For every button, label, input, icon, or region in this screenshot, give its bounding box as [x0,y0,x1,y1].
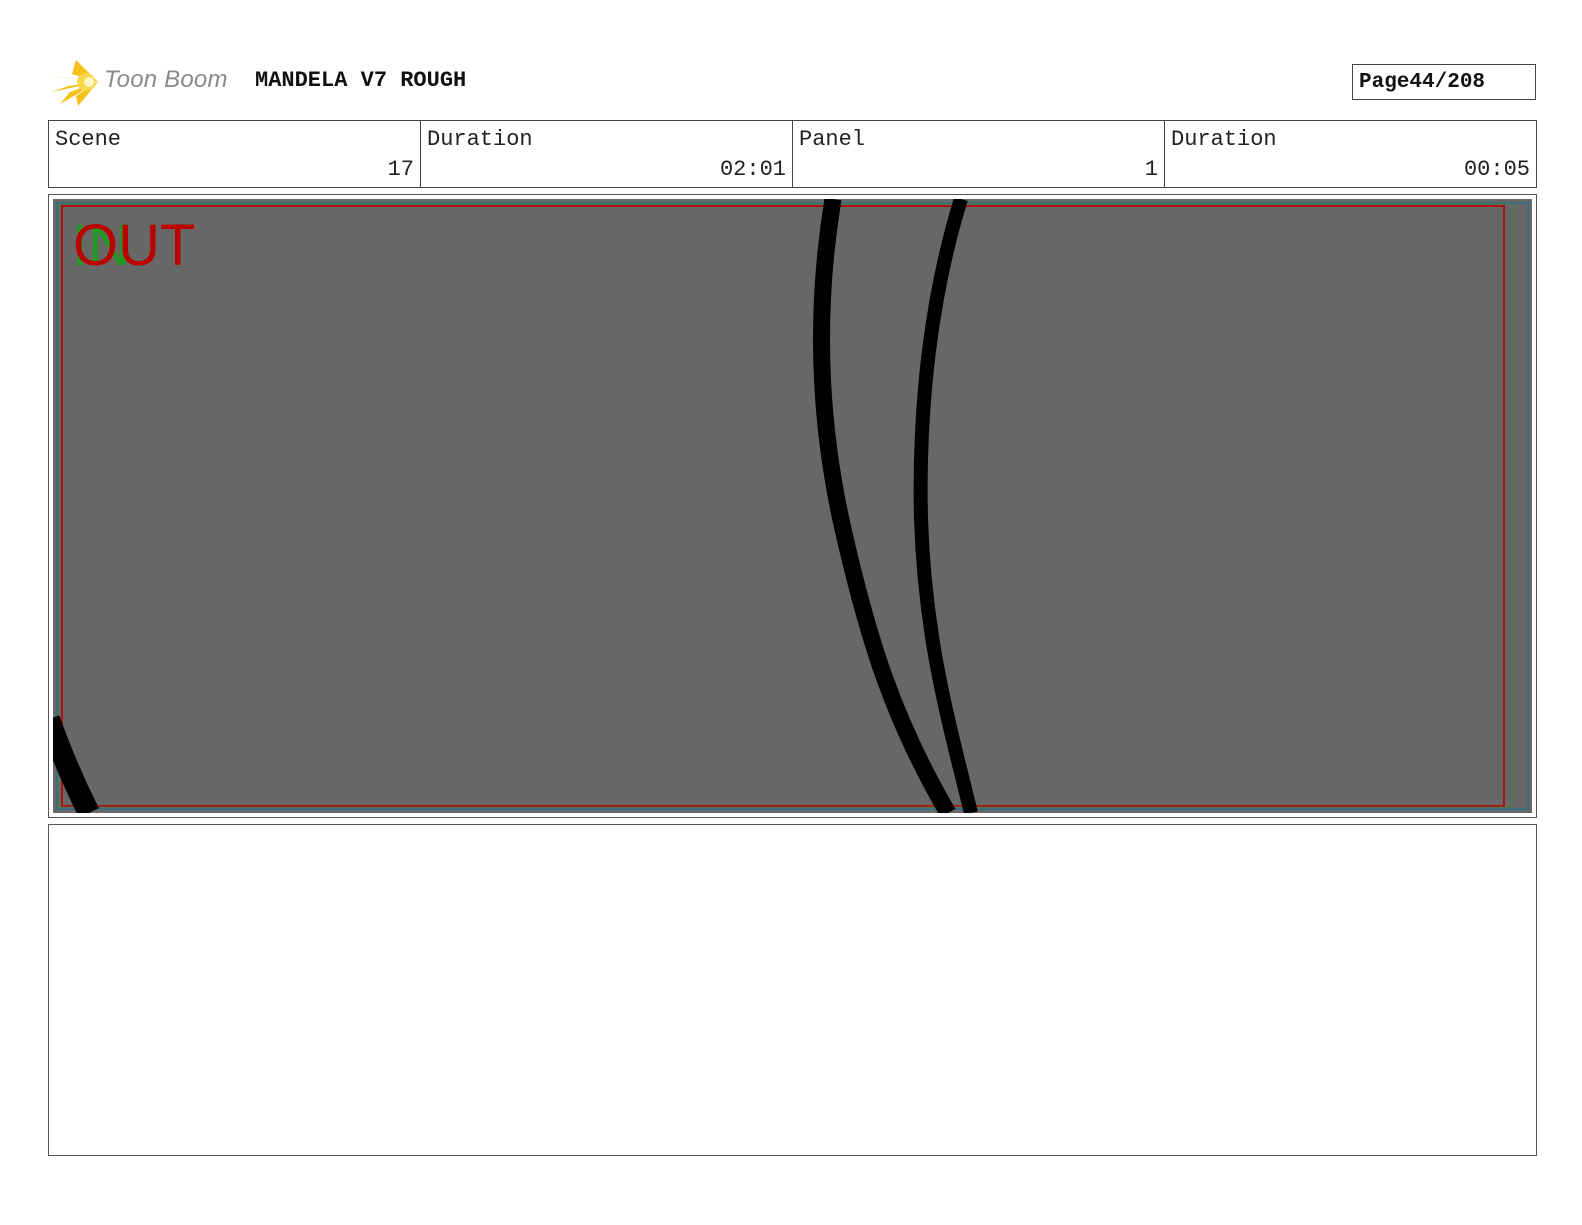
panel-value: 1 [1144,157,1158,182]
page-indicator: Page 44/208 [1352,64,1536,100]
camera-frame-green [58,203,1513,808]
project-title: MANDELA V7 ROUGH [255,68,467,93]
scene-duration-cell: Duration 02:01 [421,121,793,187]
camera-frame-red [61,205,1505,807]
panel-cell: Panel 1 [793,121,1165,187]
page-label: Page [1359,70,1410,94]
panel-notes-box [48,824,1537,1156]
logo-text: Toon Boom [104,66,228,93]
scene-duration-value: 02:01 [719,157,786,182]
scene-duration-label: Duration [427,127,533,152]
starburst-icon [50,60,98,106]
scene-info-table: Scene 17 Duration 02:01 Panel 1 Duration… [48,120,1537,188]
panel-duration-value: 00:05 [1463,157,1530,182]
toon-boom-logo: Toon Boom [50,56,240,108]
curve-stroke-right [913,199,978,813]
panel-label: Panel [799,127,866,152]
panel-drawing [53,199,1529,813]
scene-cell: Scene 17 [49,121,421,187]
storyboard-panel-image: IN OUT [53,199,1532,813]
out-marker: OUT [73,213,196,278]
storyboard-panel-frame: IN OUT [48,194,1537,818]
camera-frame-outer [56,202,1529,810]
page-number: 44/208 [1409,70,1486,94]
scene-label: Scene [55,127,122,152]
corner-stroke [53,715,99,813]
panel-duration-cell: Duration 00:05 [1165,121,1536,187]
panel-duration-label: Duration [1171,127,1277,152]
curve-stroke-left [813,199,956,813]
scene-value: 17 [387,157,414,182]
